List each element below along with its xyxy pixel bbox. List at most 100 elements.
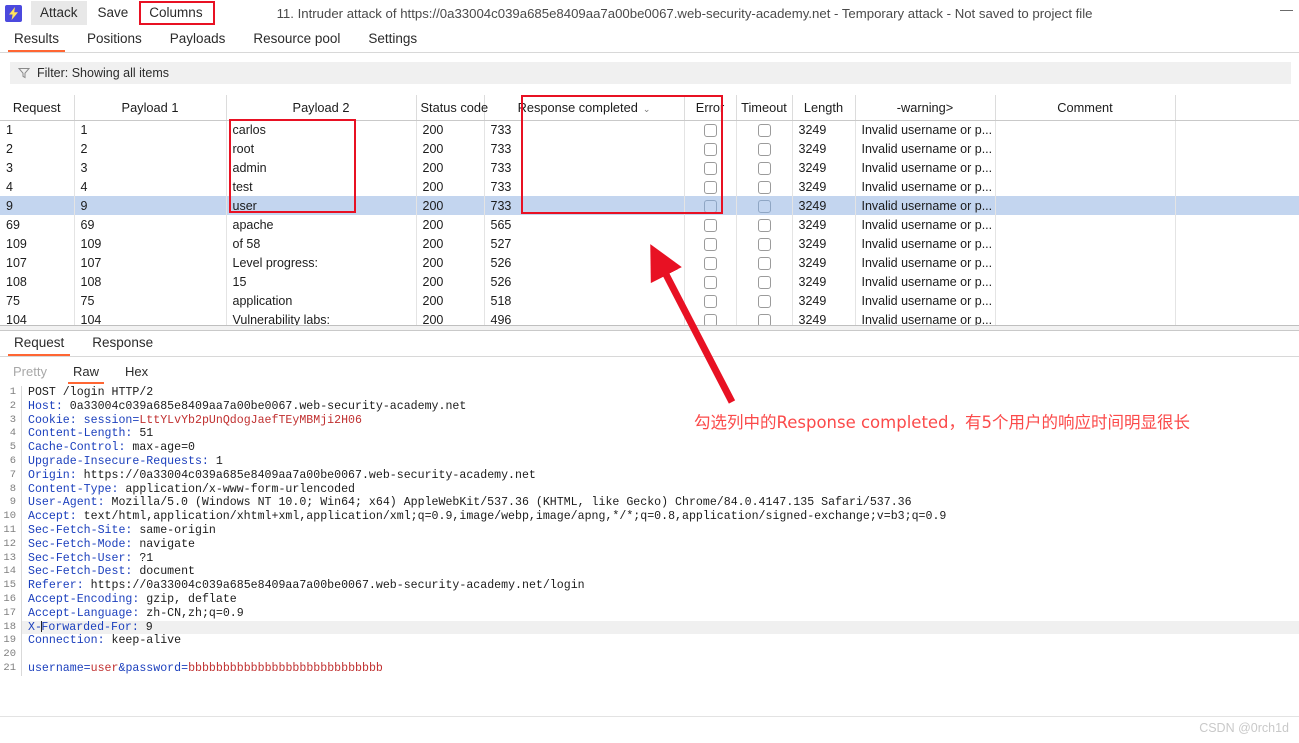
cell-extra — [1175, 139, 1299, 158]
cell-status-code: 200 — [416, 177, 485, 196]
tab-results[interactable]: Results — [0, 29, 73, 52]
cell-payload2: root — [226, 139, 417, 158]
request-editor[interactable]: 1 POST /login HTTP/2 2 Host: 0a33004c039a68… — [0, 386, 1299, 716]
minimize-icon[interactable]: — — [1280, 2, 1293, 17]
table-row[interactable]: 2 2 root 200 733 3249 Invalid username or p... — [0, 139, 1299, 158]
line-content: Sec-Fetch-User: ?1 — [28, 551, 154, 565]
error-checkbox-icon[interactable] — [703, 123, 717, 137]
line-number: 18 — [0, 620, 22, 635]
status-strip — [0, 716, 1299, 743]
tab-pretty[interactable]: Pretty — [0, 362, 60, 384]
cell-payload1: 2 — [74, 139, 227, 158]
cell-comment — [995, 291, 1176, 310]
col-header-comment[interactable]: Comment — [995, 95, 1176, 121]
cell-comment — [995, 215, 1176, 234]
table-row[interactable]: 4 4 test 200 733 3249 Invalid username or p... — [0, 177, 1299, 196]
cell-error-checkbox[interactable] — [684, 177, 737, 196]
error-checkbox-icon[interactable] — [703, 142, 717, 156]
line-number: 8 — [0, 482, 22, 497]
cell-status-code: 200 — [416, 158, 485, 177]
cell-response-completed: 733 — [484, 177, 685, 196]
line-content: Sec-Fetch-Mode: navigate — [28, 537, 195, 551]
cell-error-checkbox[interactable] — [684, 196, 737, 215]
cell-timeout-checkbox[interactable] — [736, 215, 793, 234]
col-header-payload1[interactable]: Payload 1 — [74, 95, 227, 121]
table-row[interactable]: 9 9 user 200 733 3249 Invalid username or p... — [0, 196, 1299, 215]
cell-request: 4 — [0, 177, 75, 196]
cell-extra — [1175, 253, 1299, 272]
cell-timeout-checkbox[interactable] — [736, 196, 793, 215]
cell-payload2: application — [226, 291, 417, 310]
col-header-length[interactable]: Length — [792, 95, 856, 121]
tab-raw[interactable]: Raw — [60, 362, 112, 384]
col-header-warning[interactable]: -warning> — [855, 95, 996, 121]
cell-length: 3249 — [792, 158, 856, 177]
error-checkbox-icon[interactable] — [703, 218, 717, 232]
cell-comment — [995, 196, 1176, 215]
cell-timeout-checkbox[interactable] — [736, 177, 793, 196]
tab-resource-pool[interactable]: Resource pool — [239, 29, 354, 52]
timeout-checkbox-icon[interactable] — [757, 142, 771, 156]
save-menu[interactable]: Save — [89, 1, 138, 25]
tab-response[interactable]: Response — [78, 333, 167, 356]
timeout-checkbox-icon[interactable] — [757, 199, 771, 213]
tab-payloads[interactable]: Payloads — [156, 29, 240, 52]
cell-error-checkbox[interactable] — [684, 215, 737, 234]
col-header-payload2[interactable]: Payload 2 — [226, 95, 417, 121]
cell-error-checkbox[interactable] — [684, 120, 737, 139]
tab-settings[interactable]: Settings — [354, 29, 431, 52]
cell-extra — [1175, 196, 1299, 215]
cell-status-code: 200 — [416, 139, 485, 158]
cell-warning: Invalid username or p... — [855, 196, 996, 215]
cell-timeout-checkbox[interactable] — [736, 139, 793, 158]
line-number: 13 — [0, 551, 22, 566]
line-content: Referer: https://0a33004c039a685e8409aa7… — [28, 579, 585, 593]
request-line: 17 Accept-Language: zh-CN,zh;q=0.9 — [0, 606, 1299, 621]
cell-request: 109 — [0, 234, 75, 253]
timeout-checkbox-icon[interactable] — [757, 218, 771, 232]
col-header-request[interactable]: Request — [0, 95, 75, 121]
window-title: 11. Intruder attack of https://0a33004c0… — [276, 5, 1093, 21]
tab-request[interactable]: Request — [0, 333, 78, 356]
line-number: 6 — [0, 454, 22, 469]
cell-comment — [995, 234, 1176, 253]
timeout-checkbox-icon[interactable] — [757, 180, 771, 194]
tab-hex[interactable]: Hex — [112, 362, 161, 384]
cell-payload2: test — [226, 177, 417, 196]
filter-bar[interactable]: Filter: Showing all items — [10, 62, 1291, 84]
timeout-checkbox-icon[interactable] — [757, 161, 771, 175]
request-line: 16 Accept-Encoding: gzip, deflate — [0, 592, 1299, 607]
table-row[interactable]: 69 69 apache 200 565 3249 Invalid username or … — [0, 215, 1299, 234]
cell-length: 3249 — [792, 291, 856, 310]
col-header-response-completed[interactable]: Response completed ⌄ — [484, 95, 685, 121]
funnel-icon — [18, 67, 30, 79]
cell-timeout-checkbox[interactable] — [736, 158, 793, 177]
cell-warning: Invalid username or p... — [855, 272, 996, 291]
cell-error-checkbox[interactable] — [684, 139, 737, 158]
request-line: 19 Connection: keep-alive — [0, 634, 1299, 649]
col-header-status-code[interactable]: Status code — [416, 95, 488, 121]
cell-request: 1 — [0, 120, 75, 139]
cell-request: 9 — [0, 196, 75, 215]
cell-request: 108 — [0, 272, 75, 291]
col-header-timeout[interactable]: Timeout — [736, 95, 793, 121]
error-checkbox-icon[interactable] — [703, 199, 717, 213]
attack-menu[interactable]: Attack — [31, 1, 87, 25]
cell-error-checkbox[interactable] — [684, 158, 737, 177]
col-header-extra[interactable] — [1175, 95, 1299, 121]
table-row[interactable]: 1 1 carlos 200 733 3249 Invalid username or p.… — [0, 120, 1299, 139]
timeout-checkbox-icon[interactable] — [757, 123, 771, 137]
tab-positions[interactable]: Positions — [73, 29, 156, 52]
request-line: 11 Sec-Fetch-Site: same-origin — [0, 523, 1299, 538]
col-header-error[interactable]: Error — [684, 95, 737, 121]
cell-warning: Invalid username or p... — [855, 158, 996, 177]
line-number: 1 — [0, 386, 22, 400]
cell-timeout-checkbox[interactable] — [736, 120, 793, 139]
cell-length: 3249 — [792, 120, 856, 139]
columns-menu[interactable]: Columns — [139, 1, 215, 25]
error-checkbox-icon[interactable] — [703, 161, 717, 175]
error-checkbox-icon[interactable] — [703, 180, 717, 194]
table-row[interactable]: 3 3 admin 200 733 3249 Invalid username or p..… — [0, 158, 1299, 177]
cell-payload1: 109 — [74, 234, 227, 253]
burp-intruder-window: Attack Save Columns 11. Intruder attack … — [0, 0, 1299, 743]
